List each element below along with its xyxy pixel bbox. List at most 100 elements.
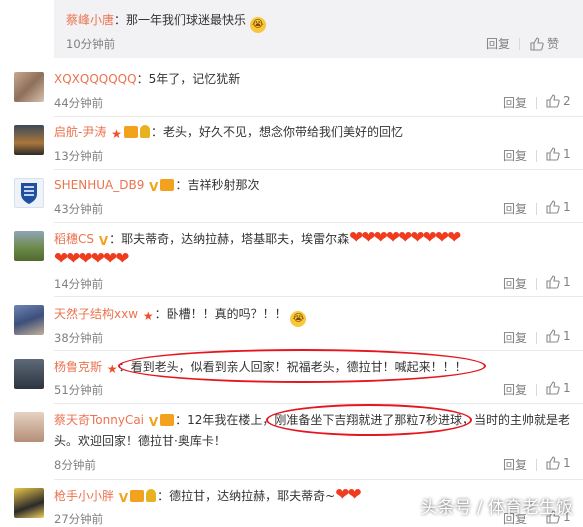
like-button[interactable]: 1 bbox=[546, 381, 571, 395]
crying-emoji-icon: 😭 bbox=[290, 311, 307, 327]
like-count: 2 bbox=[563, 94, 571, 108]
reply-box: 蔡峰小唐：那一年我们球迷最快乐 😭 10分钟前 回复 赞 bbox=[54, 0, 583, 58]
like-button[interactable]: 2 bbox=[546, 94, 571, 108]
like-count: 1 bbox=[563, 275, 571, 289]
trophy-badge-icon bbox=[139, 125, 150, 138]
divider bbox=[54, 169, 583, 170]
verified-v-icon: V bbox=[149, 180, 159, 194]
watermark: 头条号 / 体育老生饭 bbox=[420, 498, 573, 518]
reply-content: 蔡峰小唐：那一年我们球迷最快乐 😭 bbox=[66, 12, 266, 33]
comment-content: 启航-尹涛 ★ ：老头，好久不见，想念你带给我们美好的回忆 bbox=[54, 124, 403, 142]
separator bbox=[536, 459, 537, 471]
crying-emoji-icon: 😭 bbox=[249, 17, 266, 33]
avatar[interactable] bbox=[14, 305, 44, 335]
separator bbox=[536, 97, 537, 109]
star-badge-icon: ★ bbox=[142, 309, 154, 323]
crown-badge-icon bbox=[123, 126, 138, 138]
separator bbox=[536, 203, 537, 215]
comment-content: XQXQQQQQQ：5年了，记忆犹新 bbox=[54, 71, 240, 87]
annotation-ring bbox=[266, 404, 472, 436]
divider bbox=[54, 296, 583, 297]
like-count: 1 bbox=[563, 381, 571, 395]
divider bbox=[54, 479, 583, 480]
like-button[interactable]: 1 bbox=[546, 147, 571, 161]
comment-username[interactable]: XQXQQQQQQ bbox=[54, 72, 137, 86]
comment-username[interactable]: SHENHUA_DB9 bbox=[54, 178, 144, 192]
reply-button[interactable]: 回复 bbox=[503, 275, 527, 292]
avatar[interactable] bbox=[14, 359, 44, 389]
comment-content: 稻穗CS V：耶夫蒂奇，达纳拉赫，塔基耶夫，埃雷尔森❤❤❤❤❤❤❤❤❤ bbox=[54, 228, 461, 249]
verified-v-icon: V bbox=[118, 491, 129, 505]
thumb-up-icon bbox=[546, 200, 560, 214]
comment-text: ：卧槽！！真的吗？！！ bbox=[154, 307, 287, 321]
separator bbox=[536, 384, 537, 396]
comment-username[interactable]: 杨鲁克斯 bbox=[54, 360, 102, 374]
separator bbox=[536, 150, 537, 162]
thumb-up-icon bbox=[546, 147, 560, 161]
comment-text: ：耶夫蒂奇，达纳拉赫，塔基耶夫，埃雷尔森 bbox=[109, 232, 350, 246]
comment-time: 14分钟前 bbox=[54, 277, 104, 291]
comment-time: 44分钟前 bbox=[54, 96, 104, 110]
reply-reply-button[interactable]: 回复 bbox=[486, 35, 510, 52]
trophy-badge-icon bbox=[146, 489, 157, 502]
verified-v-icon: V bbox=[148, 415, 159, 429]
comment-text-line2: 头。欢迎回家！德拉甘·奥库卡！ bbox=[54, 434, 226, 448]
reply-button[interactable]: 回复 bbox=[503, 381, 527, 398]
reply-button[interactable]: 回复 bbox=[503, 329, 527, 346]
reply-button[interactable]: 回复 bbox=[503, 200, 527, 217]
comment-text: ：吉祥秒射那次 bbox=[175, 178, 260, 192]
crown-badge-icon bbox=[130, 490, 145, 502]
like-count: 1 bbox=[563, 456, 571, 470]
divider bbox=[54, 116, 583, 117]
thumb-up-icon bbox=[546, 329, 560, 343]
like-label: 赞 bbox=[547, 37, 560, 51]
reply-time: 10分钟前 bbox=[66, 37, 116, 51]
comment-username[interactable]: 蔡天奇TonnyCai bbox=[54, 413, 144, 427]
comment-time: 38分钟前 bbox=[54, 331, 104, 345]
thumb-up-icon bbox=[530, 37, 544, 51]
comment-content: 天然子结构xxw ★：卧槽！！真的吗？！！ 😭 bbox=[54, 306, 307, 327]
reply-username[interactable]: 蔡峰小唐 bbox=[66, 13, 114, 27]
comment-time: 51分钟前 bbox=[54, 383, 104, 397]
comment-text: ：老头，好久不见，想念你带给我们美好的回忆 bbox=[150, 125, 403, 139]
avatar[interactable] bbox=[14, 412, 44, 442]
avatar[interactable] bbox=[14, 178, 44, 208]
comment-text: ：5年了，记忆犹新 bbox=[136, 72, 241, 86]
comment-username[interactable]: 启航-尹涛 bbox=[54, 125, 106, 139]
comment-username[interactable]: 天然子结构xxw bbox=[54, 307, 138, 321]
heart-emojis: ❤❤❤❤❤❤ bbox=[54, 249, 130, 269]
reply-like-button[interactable]: 赞 bbox=[530, 35, 559, 52]
avatar[interactable] bbox=[14, 231, 44, 261]
avatar[interactable] bbox=[14, 488, 44, 518]
separator bbox=[519, 38, 520, 50]
comment-content: SHENHUA_DB9 V ：吉祥秒射那次 bbox=[54, 177, 259, 195]
comment-time: 43分钟前 bbox=[54, 202, 104, 216]
separator bbox=[536, 278, 537, 290]
comment-username[interactable]: 枪手小小胖 bbox=[54, 489, 114, 503]
like-button[interactable]: 1 bbox=[546, 456, 571, 470]
verified-v-icon: V bbox=[98, 234, 109, 248]
thumb-up-icon bbox=[546, 456, 560, 470]
heart-emojis: ❤❤ bbox=[335, 485, 362, 505]
reply-text: ：那一年我们球迷最快乐 bbox=[114, 13, 247, 27]
like-count: 1 bbox=[563, 329, 571, 343]
like-count: 1 bbox=[563, 200, 571, 214]
like-button[interactable]: 1 bbox=[546, 275, 571, 289]
thumb-up-icon bbox=[546, 381, 560, 395]
like-count: 1 bbox=[563, 147, 571, 161]
comment-time: 13分钟前 bbox=[54, 149, 104, 163]
reply-button[interactable]: 回复 bbox=[503, 456, 527, 473]
reply-button[interactable]: 回复 bbox=[503, 94, 527, 111]
separator bbox=[536, 332, 537, 344]
star-badge-icon: ★ bbox=[106, 362, 118, 376]
crown-badge-icon bbox=[160, 414, 175, 426]
like-button[interactable]: 1 bbox=[546, 329, 571, 343]
like-button[interactable]: 1 bbox=[546, 200, 571, 214]
avatar[interactable] bbox=[14, 72, 44, 102]
annotation-ring bbox=[118, 349, 486, 383]
avatar[interactable] bbox=[14, 125, 44, 155]
heart-emojis: ❤❤❤❤❤❤❤❤❤ bbox=[349, 228, 461, 248]
reply-button[interactable]: 回复 bbox=[503, 147, 527, 164]
comment-username[interactable]: 稻穗CS bbox=[54, 232, 94, 246]
thumb-up-icon bbox=[546, 275, 560, 289]
